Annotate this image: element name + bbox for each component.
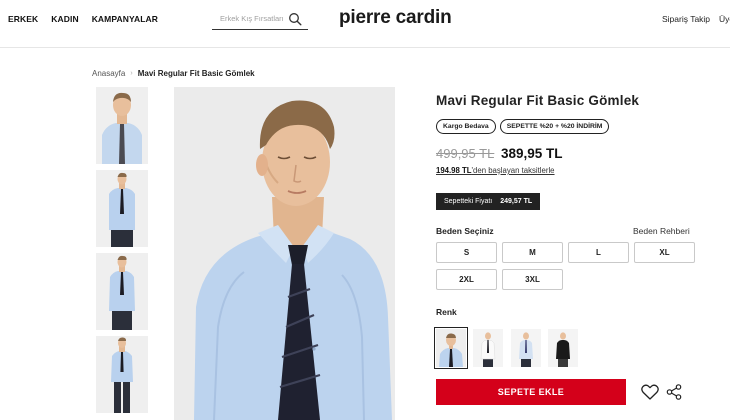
size-option-m[interactable]: M [502, 242, 563, 263]
old-price: 499,95 TL [436, 146, 495, 161]
size-label: Beden Seçiniz [436, 226, 494, 236]
thumbnail-4[interactable] [96, 336, 148, 413]
size-option-3xl[interactable]: 3XL [502, 269, 563, 290]
color-swatch-black[interactable] [548, 329, 578, 367]
search-icon[interactable] [288, 12, 302, 26]
installment-link[interactable]: 194.98 TL'den başlayan taksitlerle [436, 166, 555, 175]
add-to-cart-button[interactable]: SEPETE EKLE [436, 379, 626, 405]
site-header: ERKEK KADIN KAMPANYALAR pierre cardin Si… [0, 0, 730, 48]
color-label: Renk [436, 307, 457, 317]
badge-cart-discount: SEPETTE %20 + %20 İNDİRİM [499, 119, 610, 134]
search-input[interactable] [220, 14, 290, 23]
brand-logo[interactable]: pierre cardin [339, 7, 452, 29]
color-swatch-blue[interactable] [434, 327, 468, 369]
nav-kadin[interactable]: KADIN [51, 14, 78, 24]
breadcrumb: Anasayfa › Mavi Regular Fit Basic Gömlek [92, 69, 255, 78]
breadcrumb-home[interactable]: Anasayfa [92, 69, 125, 78]
breadcrumb-current: Mavi Regular Fit Basic Gömlek [137, 69, 255, 78]
search-box [212, 10, 308, 30]
nav-erkek[interactable]: ERKEK [8, 14, 38, 24]
size-option-2xl[interactable]: 2XL [436, 269, 497, 290]
thumbnail-2[interactable] [96, 170, 148, 247]
size-option-xl[interactable]: XL [634, 242, 695, 263]
color-swatch-light-blue[interactable] [511, 329, 541, 367]
thumbnail-3[interactable] [96, 253, 148, 330]
installment-text: 'den başlayan taksitlerle [471, 166, 555, 175]
size-guide-link[interactable]: Beden Rehberi [633, 226, 690, 236]
size-option-s[interactable]: S [436, 242, 497, 263]
badge-free-shipping: Kargo Bedava [436, 119, 496, 134]
size-option-l[interactable]: L [568, 242, 629, 263]
current-price: 389,95 TL [501, 146, 563, 161]
product-title: Mavi Regular Fit Basic Gömlek [436, 93, 640, 108]
cart-price-label: Sepetteki Fiyatı [444, 198, 493, 205]
thumbnail-1[interactable] [96, 87, 148, 164]
order-track-link[interactable]: Sipariş Takip [662, 14, 710, 24]
cart-price-value: 249,57 TL [500, 198, 533, 205]
cart-price-badge: Sepetteki Fiyatı 249,57 TL [436, 193, 541, 210]
product-main-image[interactable] [174, 87, 395, 420]
heart-icon[interactable] [641, 384, 659, 400]
nav-kampanyalar[interactable]: KAMPANYALAR [92, 14, 158, 24]
main-nav: ERKEK KADIN KAMPANYALAR [8, 14, 158, 24]
promo-badges: Kargo Bedava SEPETTE %20 + %20 İNDİRİM [436, 119, 610, 134]
share-icon[interactable] [666, 384, 682, 400]
breadcrumb-separator: › [130, 70, 133, 77]
user-link[interactable]: Üye [719, 14, 730, 24]
color-swatch-white[interactable] [473, 329, 503, 367]
installment-amount: 194.98 TL [436, 166, 472, 175]
